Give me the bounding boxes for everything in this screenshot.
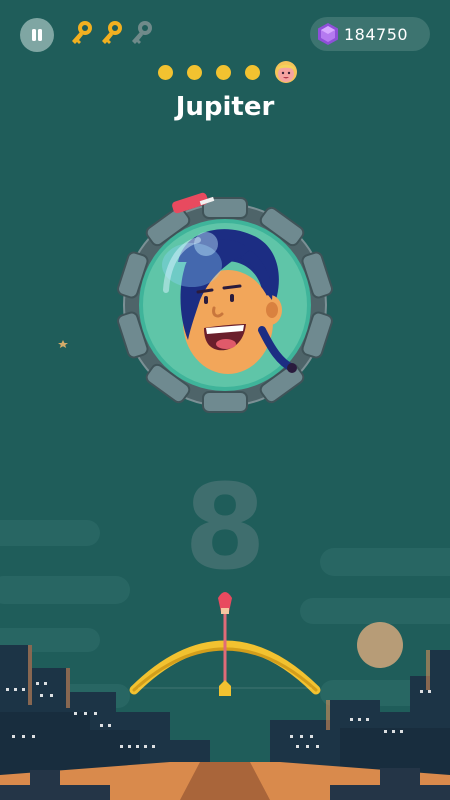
countdown-number: 8	[183, 458, 267, 596]
progress-dot	[216, 64, 231, 80]
progress-dot	[158, 64, 173, 80]
progress-dot	[187, 64, 202, 80]
gem-count: 184750	[344, 24, 409, 44]
gem-counter[interactable]: 184750	[310, 17, 430, 51]
key-icon	[72, 21, 92, 44]
progress-dot	[245, 64, 260, 80]
pause-button[interactable]	[20, 18, 54, 52]
key-icon	[102, 21, 122, 44]
level-progress	[158, 60, 298, 84]
level-title: Jupiter	[175, 92, 275, 122]
pause-icon	[32, 29, 42, 41]
purple-gem-icon	[318, 23, 338, 45]
keys-collected	[68, 18, 156, 46]
boss-face-icon	[275, 61, 297, 83]
game-scene: 184750 Jupiter 8	[0, 0, 450, 800]
key-icon-empty	[132, 21, 152, 44]
